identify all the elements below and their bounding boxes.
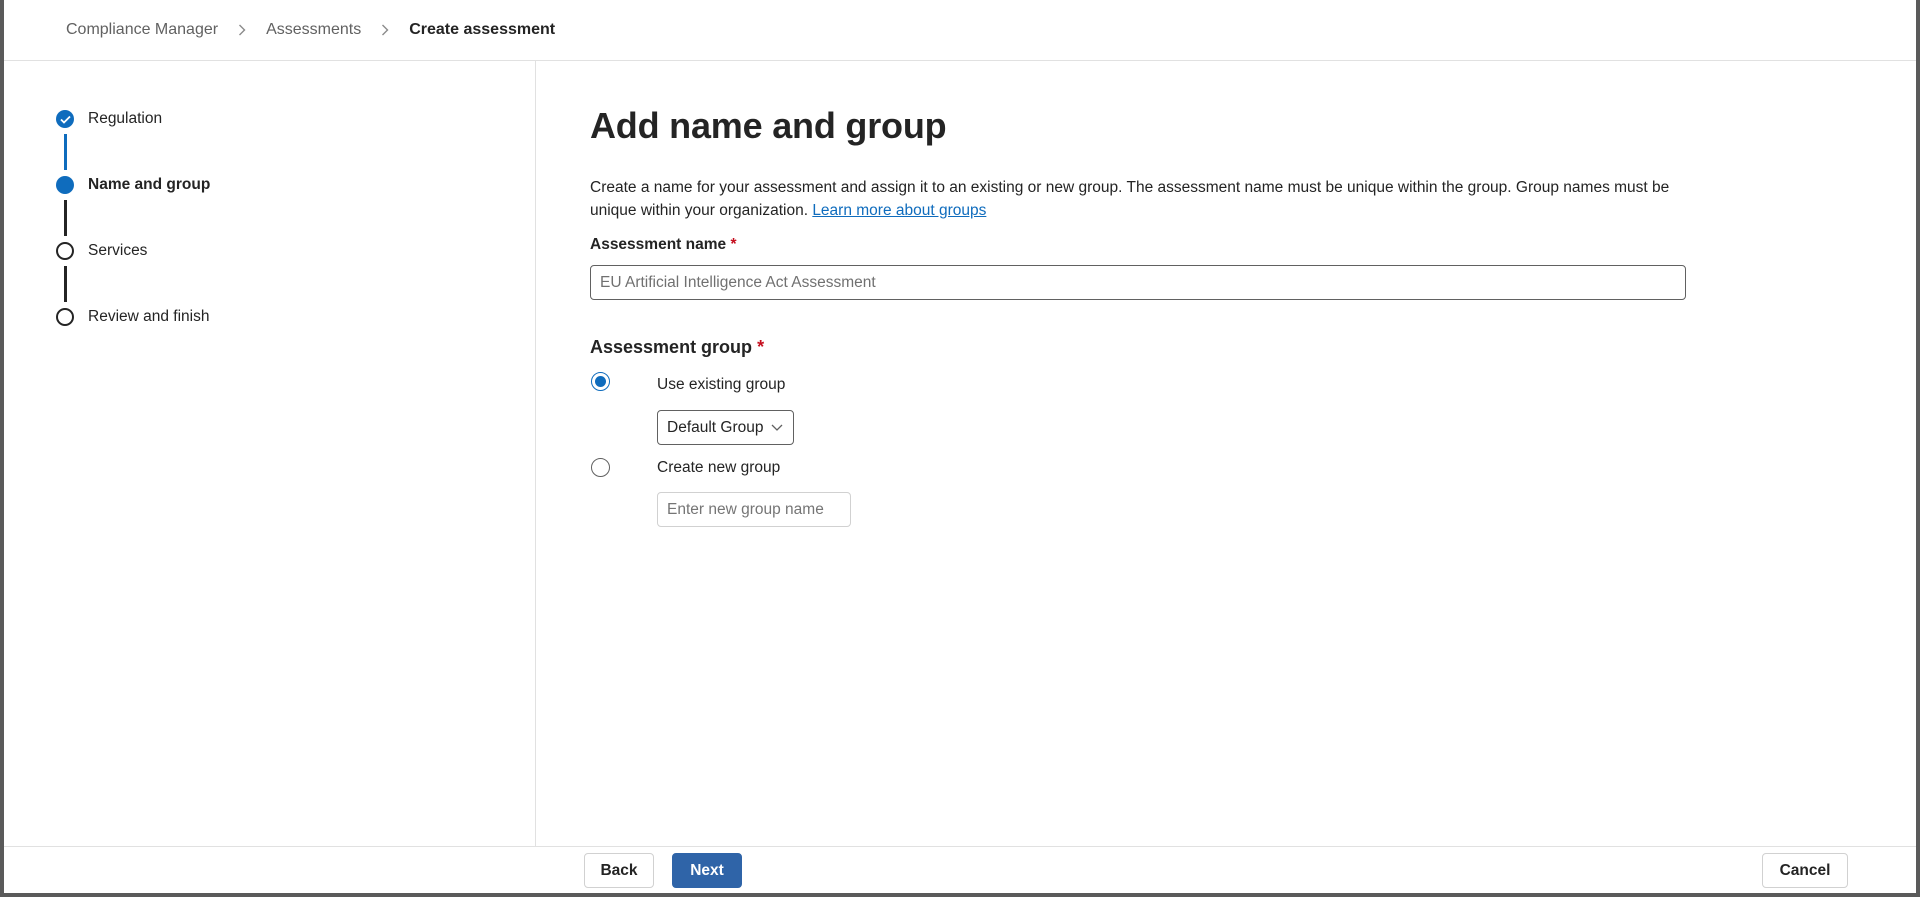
wizard-footer: Back Next Cancel (4, 846, 1916, 893)
chevron-right-icon (370, 22, 400, 38)
step-label: Regulation (88, 110, 163, 127)
assessment-name-label-text: Assessment name (590, 236, 727, 253)
step-review-and-finish[interactable]: Review and finish (56, 305, 209, 329)
required-marker: * (730, 236, 737, 253)
assessment-name-input[interactable] (590, 265, 1686, 300)
next-button[interactable]: Next (672, 853, 742, 888)
breadcrumb-compliance-manager[interactable]: Compliance Manager (66, 21, 218, 39)
breadcrumb: Compliance Manager Assessments Create as… (4, 0, 1916, 61)
new-group-name-input[interactable] (657, 492, 851, 527)
breadcrumb-assessments[interactable]: Assessments (266, 21, 361, 39)
chevron-down-icon (771, 424, 783, 431)
pending-step-icon (56, 242, 74, 260)
cancel-button[interactable]: Cancel (1762, 853, 1848, 888)
page-title: Add name and group (590, 105, 947, 146)
required-marker: * (757, 337, 765, 357)
step-connector (64, 134, 67, 170)
radio-selected-dot (595, 376, 606, 387)
step-connector (64, 200, 67, 236)
step-label: Name and group (88, 176, 211, 193)
back-button[interactable]: Back (584, 853, 654, 888)
assessment-group-label-text: Assessment group (590, 337, 753, 357)
assessment-name-label: Assessment name * (590, 236, 736, 254)
create-new-group-label[interactable]: Create new group (657, 459, 780, 477)
existing-group-dropdown[interactable]: Default Group (657, 410, 794, 445)
step-label: Review and finish (88, 308, 210, 325)
assessment-group-label: Assessment group * (590, 337, 764, 358)
checkmark-icon (56, 110, 74, 128)
step-connector (64, 266, 67, 302)
pending-step-icon (56, 308, 74, 326)
step-name-and-group[interactable]: Name and group (56, 173, 210, 197)
dropdown-value: Default Group (667, 418, 764, 436)
chevron-right-icon (227, 22, 257, 38)
create-new-group-radio[interactable] (591, 458, 610, 477)
step-services[interactable]: Services (56, 239, 147, 263)
current-step-icon (56, 176, 74, 194)
step-regulation[interactable]: Regulation (56, 107, 162, 131)
use-existing-group-radio[interactable] (591, 372, 610, 391)
use-existing-group-label[interactable]: Use existing group (657, 376, 785, 394)
learn-more-link[interactable]: Learn more about groups (812, 202, 986, 219)
app-window: Compliance Manager Assessments Create as… (4, 0, 1916, 893)
description-text: Create a name for your assessment and as… (590, 179, 1670, 219)
wizard-stepper: Regulation Name and group Services Revie… (4, 61, 536, 846)
page-description: Create a name for your assessment and as… (590, 176, 1700, 222)
breadcrumb-current: Create assessment (409, 21, 556, 38)
step-label: Services (88, 242, 148, 259)
